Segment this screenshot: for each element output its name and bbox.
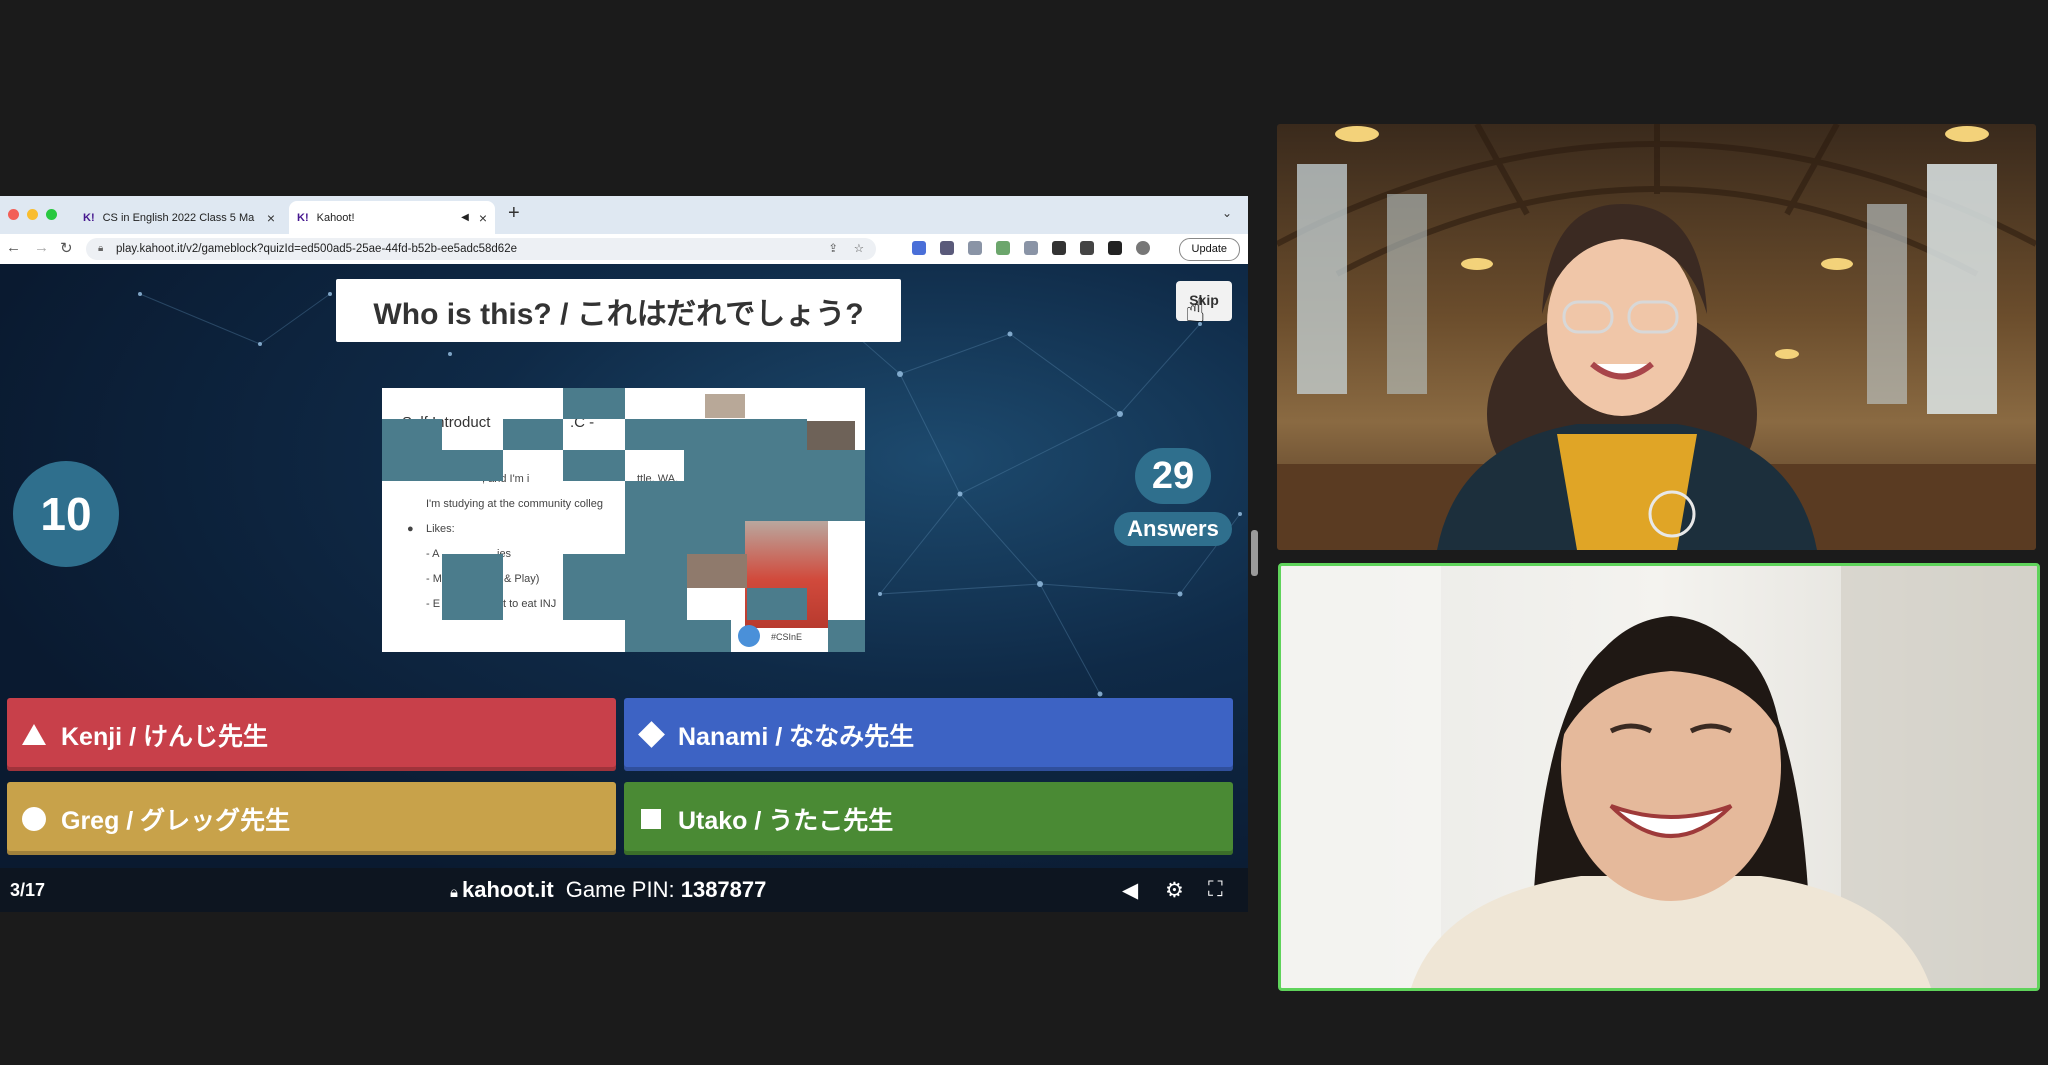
mask-tile bbox=[382, 419, 442, 481]
extension-icon[interactable] bbox=[1024, 241, 1038, 255]
slide-text: Likes: bbox=[426, 523, 455, 535]
mask-tile bbox=[563, 388, 625, 419]
tab-search-chevron-icon[interactable]: ⌄ bbox=[1222, 206, 1232, 220]
game-pin: 1387877 bbox=[680, 877, 767, 902]
mask-tile bbox=[442, 554, 503, 620]
lock-icon: 🔒︎ bbox=[450, 884, 458, 901]
volume-icon[interactable]: ◀︎ bbox=[1122, 878, 1138, 903]
question-counter: 3/17 bbox=[10, 880, 46, 900]
answers-count: 29 bbox=[1135, 448, 1211, 504]
url-text: play.kahoot.it/v2/gameblock?quizId=ed500… bbox=[116, 243, 517, 255]
browser-window: K! CS in English 2022 Class 5 Ma × K! Ka… bbox=[0, 196, 1248, 912]
circle-icon bbox=[22, 806, 46, 831]
mask-tile bbox=[625, 419, 807, 450]
minimize-window-button[interactable] bbox=[27, 209, 38, 220]
extension-icon[interactable] bbox=[940, 241, 954, 255]
answer-label: Utako / うたこ先生 bbox=[678, 806, 894, 835]
answers-label: Answers bbox=[1114, 512, 1232, 546]
slide-text: t to eat INJ bbox=[503, 598, 557, 610]
browser-toolbar: ← → ↻ 🔒︎ play.kahoot.it/v2/gameblock?qui… bbox=[0, 234, 1248, 265]
split-view-handle[interactable] bbox=[1251, 530, 1258, 576]
slide-photo bbox=[687, 554, 747, 588]
slide-text: I'm studying at the community colleg bbox=[426, 498, 603, 510]
triangle-icon bbox=[22, 724, 46, 745]
game-bottom-bar: 3/17 🔒︎ kahoot.it Game PIN: 1387877 ◀︎ ⚙︎… bbox=[0, 868, 1248, 912]
game-pin-area: 🔒︎ kahoot.it Game PIN: 1387877 bbox=[450, 877, 766, 903]
question-image: Self Introduct .C - , and I'm i ttle, WA… bbox=[382, 388, 865, 652]
profile-avatar-icon[interactable] bbox=[1136, 241, 1150, 255]
forward-arrow-icon[interactable]: → bbox=[34, 239, 49, 256]
mask-tile bbox=[563, 450, 625, 481]
close-tab-icon[interactable]: × bbox=[479, 210, 487, 226]
answer-utako[interactable]: Utako / うたこ先生 bbox=[624, 782, 1233, 855]
slide-text: - E bbox=[426, 598, 441, 610]
tab-bar: K! CS in English 2022 Class 5 Ma × K! Ka… bbox=[0, 196, 1248, 234]
square-icon bbox=[641, 808, 661, 829]
video-tile-bottom-active-speaker[interactable] bbox=[1278, 563, 2040, 991]
tab-kahoot[interactable]: K! Kahoot! ◀︎ × bbox=[289, 201, 495, 234]
hand-pointer-cursor-icon: ☝︎ bbox=[1185, 292, 1206, 330]
tab-cs-in-english[interactable]: K! CS in English 2022 Class 5 Ma × bbox=[75, 201, 283, 234]
answer-nanami[interactable]: Nanami / ななみ先生 bbox=[624, 698, 1233, 771]
tab-label: CS in English 2022 Class 5 Ma bbox=[102, 211, 255, 224]
mask-tile bbox=[684, 450, 865, 481]
mask-tile bbox=[747, 588, 807, 620]
mask-tile bbox=[442, 450, 503, 481]
participant-video bbox=[1281, 566, 2037, 988]
mask-tile bbox=[563, 554, 687, 620]
mask-tile bbox=[625, 521, 745, 554]
slide-text: - M bbox=[426, 573, 442, 585]
mask-tile bbox=[625, 481, 865, 521]
lock-icon: 🔒︎ bbox=[98, 243, 104, 254]
tab-label: Kahoot! bbox=[316, 211, 355, 224]
question-title: Who is this? / これはだれでしょう? bbox=[336, 279, 901, 342]
pin-label: Game PIN: bbox=[565, 877, 675, 902]
slide-photo bbox=[705, 394, 745, 418]
logo-badge-icon bbox=[738, 625, 760, 647]
close-window-button[interactable] bbox=[8, 209, 19, 220]
extension-icon[interactable] bbox=[996, 241, 1010, 255]
reading-list-icon[interactable] bbox=[1080, 241, 1094, 255]
countdown-timer: 10 bbox=[13, 461, 119, 567]
diamond-icon bbox=[637, 721, 665, 748]
answer-greg[interactable]: Greg / グレッグ先生 bbox=[7, 782, 616, 855]
fullscreen-icon[interactable]: ⛶ bbox=[1208, 878, 1223, 902]
participant-video bbox=[1277, 124, 2036, 550]
video-tile-top[interactable] bbox=[1277, 124, 2036, 550]
kahoot-favicon-icon: K! bbox=[297, 211, 309, 224]
answer-label: Kenji / けんじ先生 bbox=[61, 722, 268, 751]
slide-text: #CSInE bbox=[771, 632, 803, 642]
share-icon[interactable]: ⇪ bbox=[828, 238, 838, 260]
slide-photo bbox=[807, 421, 855, 451]
extensions-puzzle-icon[interactable] bbox=[1052, 241, 1066, 255]
extension-icon[interactable] bbox=[968, 241, 982, 255]
mask-tile bbox=[503, 419, 563, 450]
reload-icon[interactable]: ↻ bbox=[60, 239, 73, 257]
answer-label: Greg / グレッグ先生 bbox=[61, 806, 291, 835]
new-tab-plus-icon[interactable]: + bbox=[508, 202, 520, 225]
slide-bullet-icon: ● bbox=[407, 523, 414, 535]
mask-tile bbox=[828, 620, 865, 652]
kahoot-favicon-icon: K! bbox=[83, 211, 95, 224]
slide-text: - A bbox=[426, 548, 440, 560]
answer-kenji[interactable]: Kenji / けんじ先生 bbox=[7, 698, 616, 771]
answer-label: Nanami / ななみ先生 bbox=[678, 722, 915, 751]
back-arrow-icon[interactable]: ← bbox=[6, 239, 21, 256]
maximize-window-button[interactable] bbox=[46, 209, 57, 220]
update-button[interactable]: Update bbox=[1178, 238, 1240, 261]
translate-extension-icon[interactable] bbox=[912, 241, 926, 255]
side-panel-icon[interactable] bbox=[1108, 241, 1122, 255]
slide-text: & Play) bbox=[504, 573, 540, 585]
kahoot-game-area: Who is this? / これはだれでしょう? Skip ☝︎ 10 29 … bbox=[0, 264, 1248, 912]
site-name: kahoot.it bbox=[461, 877, 554, 902]
settings-gear-icon[interactable]: ⚙︎ bbox=[1165, 878, 1184, 903]
bookmark-star-icon[interactable]: ☆ bbox=[854, 238, 864, 260]
address-bar[interactable]: 🔒︎ play.kahoot.it/v2/gameblock?quizId=ed… bbox=[86, 238, 876, 260]
audio-playing-icon[interactable]: ◀︎ bbox=[461, 212, 469, 223]
mask-tile bbox=[625, 620, 731, 652]
close-tab-icon[interactable]: × bbox=[267, 210, 275, 226]
